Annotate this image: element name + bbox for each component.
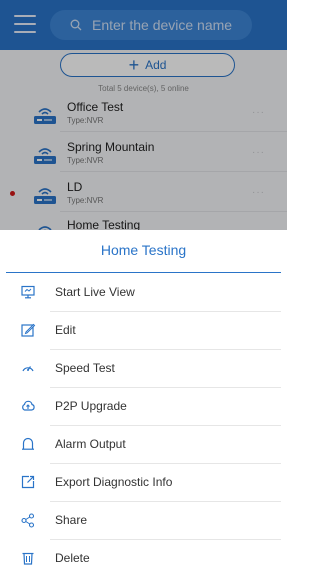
device-list-screen: + Add Total 5 device(s), 5 online Office… (0, 0, 287, 240)
export-icon (21, 475, 35, 489)
modal-overlay[interactable] (0, 0, 287, 240)
speed-test-item[interactable]: Speed Test (0, 350, 287, 388)
item-label: Delete (55, 551, 90, 565)
item-label: Alarm Output (55, 437, 126, 451)
item-label: Edit (55, 323, 76, 337)
title-divider (6, 272, 281, 273)
share-item[interactable]: Share (0, 502, 287, 540)
p2p-upgrade-item[interactable]: P2P Upgrade (0, 388, 287, 426)
alarm-output-item[interactable]: Alarm Output (0, 426, 287, 464)
item-label: Speed Test (55, 361, 115, 375)
device-action-sheet: Home Testing Start Live View Edit Speed … (0, 230, 287, 566)
export-diagnostic-info-item[interactable]: Export Diagnostic Info (0, 464, 287, 502)
edit-item[interactable]: Edit (0, 312, 287, 350)
trash-icon (22, 552, 34, 565)
speedometer-icon (22, 366, 34, 372)
edit-icon (21, 323, 36, 337)
monitor-icon (21, 285, 35, 299)
item-label: Share (55, 513, 88, 527)
share-icon (21, 513, 35, 528)
item-label: P2P Upgrade (55, 399, 127, 413)
delete-item[interactable]: Delete (0, 540, 287, 578)
item-label: Export Diagnostic Info (55, 475, 173, 489)
item-label: Start Live View (55, 285, 135, 299)
cloud-upload-icon (22, 400, 35, 411)
alarm-bell-icon (22, 437, 34, 450)
start-live-view-item[interactable]: Start Live View (0, 274, 287, 312)
sheet-title: Home Testing (100, 242, 187, 258)
